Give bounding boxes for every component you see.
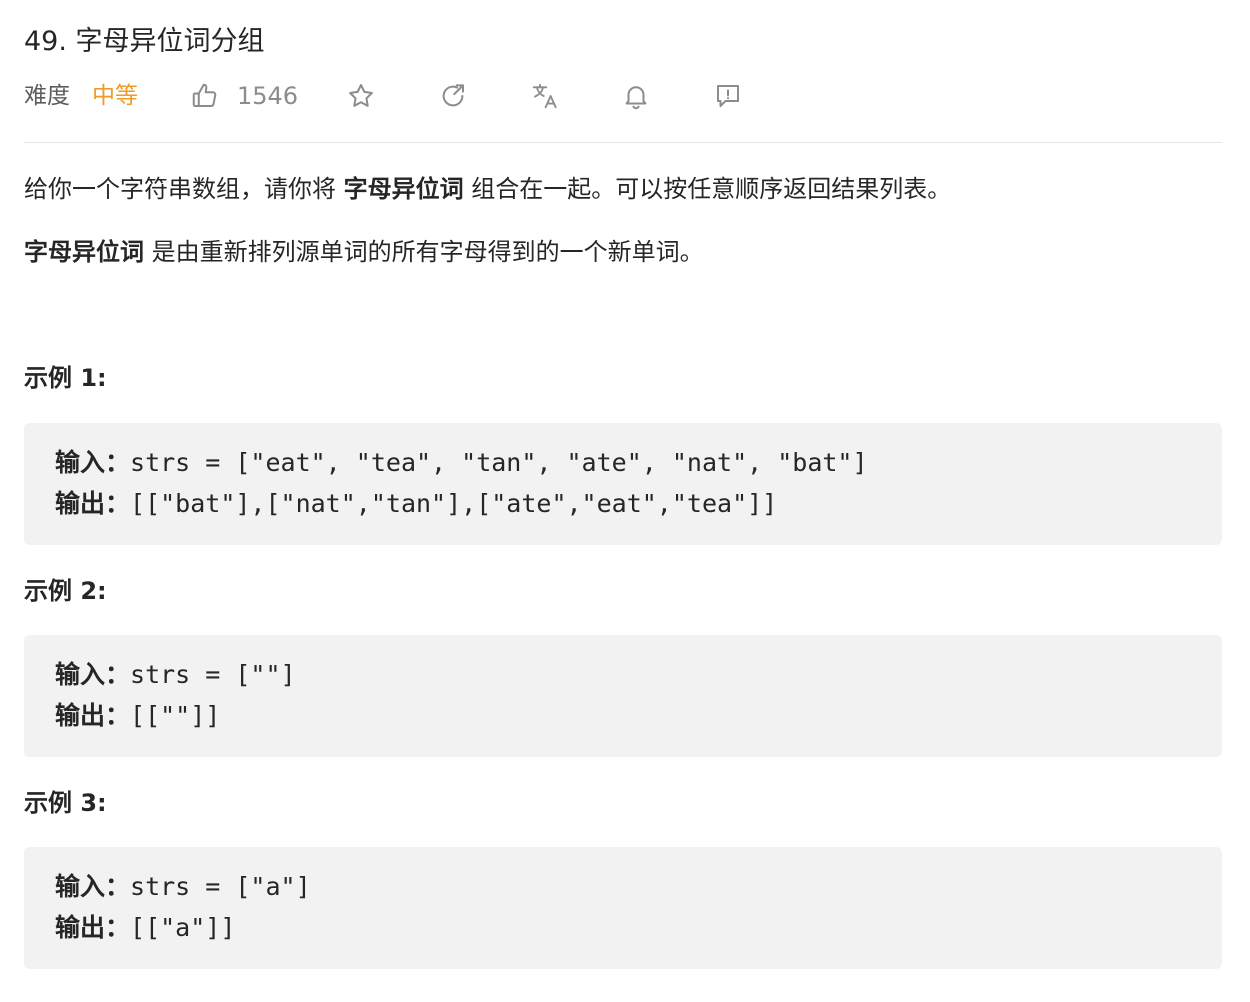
input-label: 输入： bbox=[55, 660, 131, 689]
description-text: 组合在一起。可以按任意顺序返回结果列表。 bbox=[463, 175, 952, 203]
star-icon[interactable] bbox=[346, 81, 376, 111]
thumbs-up-icon[interactable] bbox=[190, 81, 220, 111]
input-value: strs = [""] bbox=[130, 660, 296, 689]
problem-title: 49. 字母异位词分组 bbox=[24, 26, 265, 57]
difficulty-label: 难度 bbox=[24, 83, 70, 109]
translate-icon[interactable] bbox=[530, 81, 560, 111]
input-label: 输入： bbox=[55, 872, 131, 901]
example-output-line: 输出：[[""]] bbox=[55, 698, 220, 734]
output-value: [[""]] bbox=[130, 701, 221, 730]
output-value: [["bat"],["nat","tan"],["ate","eat","tea… bbox=[130, 489, 778, 518]
output-label: 输出： bbox=[55, 913, 131, 942]
example-title: 示例 3: bbox=[24, 789, 107, 817]
output-label: 输出： bbox=[55, 701, 131, 730]
problem-meta-bar: 难度 中等 1546 bbox=[24, 76, 1222, 116]
definition-text: 是由重新排列源单词的所有字母得到的一个新单词。 bbox=[144, 238, 704, 266]
input-label: 输入： bbox=[55, 448, 131, 477]
output-label: 输出： bbox=[55, 489, 131, 518]
share-icon[interactable] bbox=[438, 81, 468, 111]
example-code-block: 输入：strs = ["eat", "tea", "tan", "ate", "… bbox=[24, 423, 1222, 545]
description-paragraph: 给你一个字符串数组，请你将 字母异位词 组合在一起。可以按任意顺序返回结果列表。 bbox=[24, 171, 951, 207]
description-text: 给你一个字符串数组，请你将 bbox=[24, 175, 344, 203]
input-value: strs = ["eat", "tea", "tan", "ate", "nat… bbox=[130, 448, 868, 477]
example-input-line: 输入：strs = ["a"] bbox=[55, 869, 311, 905]
feedback-icon[interactable] bbox=[713, 81, 743, 111]
definition-keyword: 字母异位词 bbox=[24, 238, 144, 266]
like-count: 1546 bbox=[237, 82, 299, 110]
example-input-line: 输入：strs = ["eat", "tea", "tan", "ate", "… bbox=[55, 445, 868, 481]
output-value: [["a"]] bbox=[130, 913, 236, 942]
example-input-line: 输入：strs = [""] bbox=[55, 657, 296, 693]
example-code-block: 输入：strs = [""] 输出：[[""]] bbox=[24, 635, 1222, 757]
divider bbox=[24, 142, 1222, 143]
example-code-block: 输入：strs = ["a"] 输出：[["a"]] bbox=[24, 847, 1222, 969]
example-output-line: 输出：[["bat"],["nat","tan"],["ate","eat","… bbox=[55, 486, 777, 522]
example-title: 示例 2: bbox=[24, 577, 107, 605]
input-value: strs = ["a"] bbox=[130, 872, 311, 901]
difficulty-badge: 中等 bbox=[92, 83, 138, 109]
example-title: 示例 1: bbox=[24, 364, 107, 392]
example-output-line: 输出：[["a"]] bbox=[55, 910, 235, 946]
description-keyword: 字母异位词 bbox=[343, 175, 464, 203]
bell-icon[interactable] bbox=[621, 81, 651, 111]
definition-paragraph: 字母异位词 是由重新排列源单词的所有字母得到的一个新单词。 bbox=[24, 234, 704, 270]
